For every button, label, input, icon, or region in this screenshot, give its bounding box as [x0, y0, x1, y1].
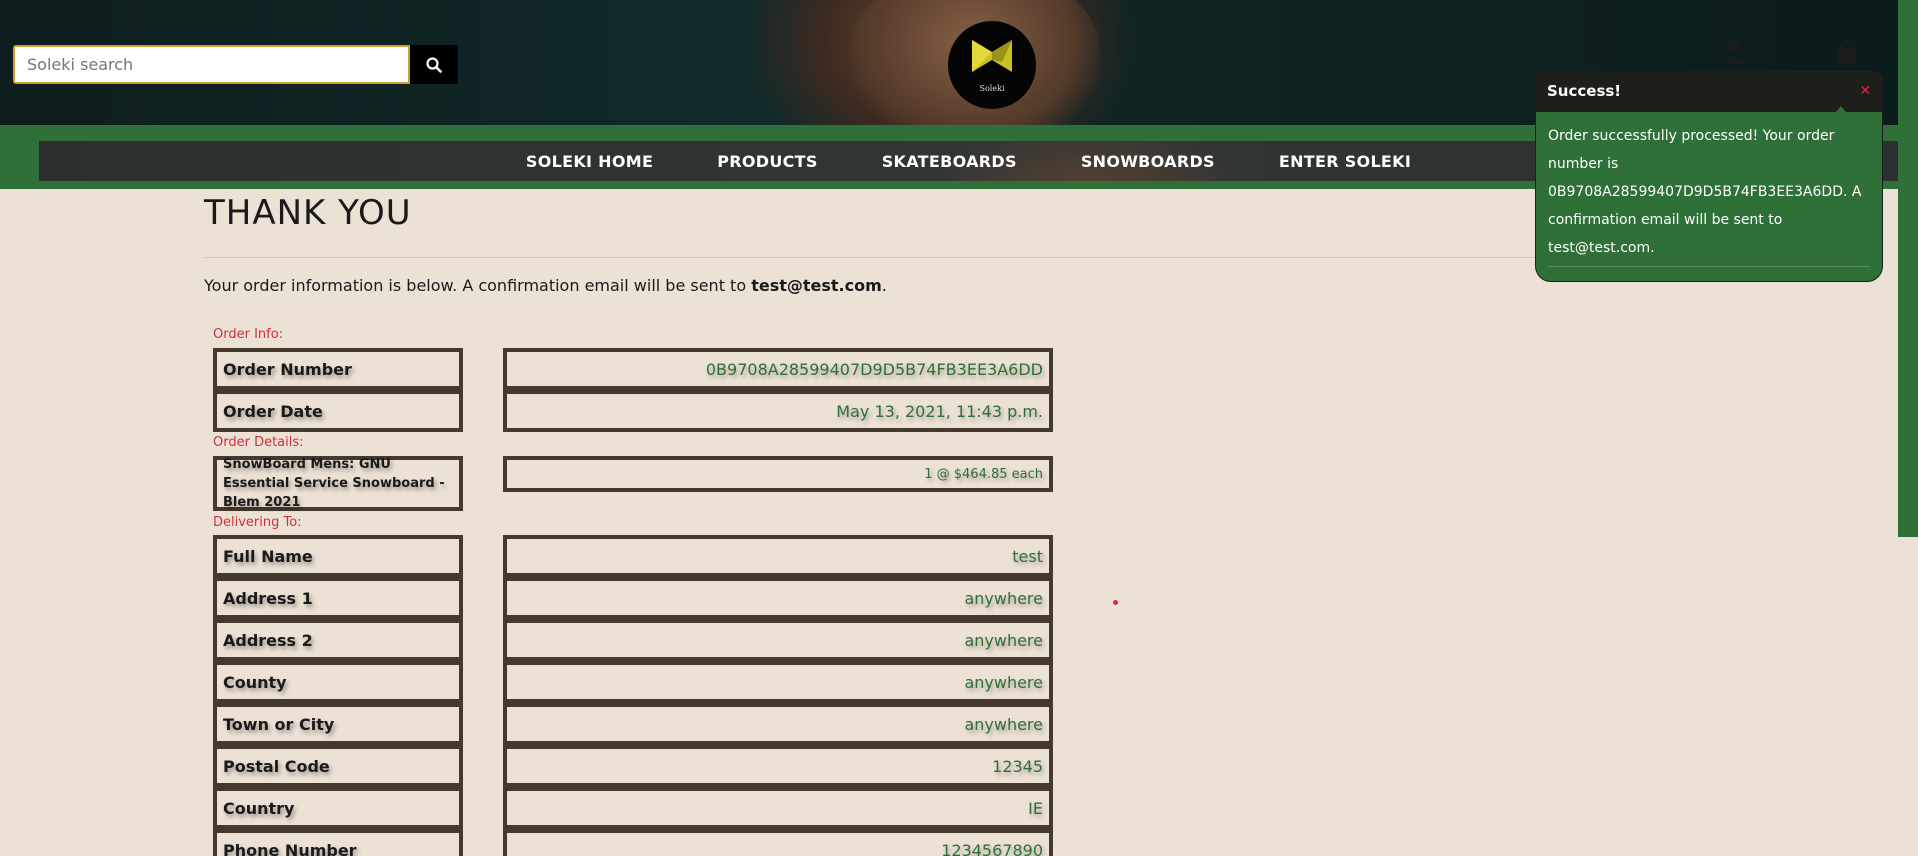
- value-order-number: 0B9708A28599407D9D5B74FB3EE3A6DD: [503, 348, 1053, 390]
- label-phone-number: Phone Number: [213, 829, 463, 856]
- title-divider: [204, 257, 1568, 258]
- nav-item-enter-soleki[interactable]: ENTER SOLEKI: [1247, 152, 1443, 171]
- label-town-or-city: Town or City: [213, 703, 463, 745]
- value-town-or-city: anywhere: [503, 703, 1053, 745]
- site-logo[interactable]: Soleki: [948, 21, 1036, 109]
- value-full-name: test: [503, 535, 1053, 577]
- search-form: [13, 45, 458, 84]
- label-postal-code: Postal Code: [213, 745, 463, 787]
- value-postal-code: 12345: [503, 745, 1053, 787]
- label-order-date: Order Date: [213, 390, 463, 432]
- intro-text: Your order information is below. A confi…: [204, 276, 887, 295]
- logo-emblem-icon: [972, 39, 1012, 72]
- account-button[interactable]: [1724, 40, 1746, 68]
- section-label-delivering-to: Delivering To:: [213, 515, 302, 530]
- shopping-bag-button[interactable]: [1836, 39, 1858, 68]
- intro-prefix: Your order information is below. A confi…: [204, 276, 752, 295]
- cursor-dot: [1113, 600, 1118, 605]
- nav-item-soleki-home[interactable]: SOLEKI HOME: [494, 152, 685, 171]
- intro-suffix: .: [881, 276, 887, 295]
- label-product: SnowBoard Mens: GNU Essential Service Sn…: [213, 456, 463, 511]
- toast-divider: [1548, 266, 1870, 267]
- toast-header: Success! ✕: [1535, 71, 1883, 111]
- shopping-bag-icon: [1838, 39, 1856, 63]
- value-product-qty-price: 1 @ $464.85 each: [503, 456, 1053, 492]
- close-icon[interactable]: ✕: [1859, 83, 1871, 99]
- user-icon: [1725, 41, 1745, 64]
- side-accent-strip: [1898, 0, 1918, 537]
- toast-title: Success!: [1547, 82, 1622, 100]
- toast-body: Order successfully processed! Your order…: [1535, 106, 1883, 282]
- search-icon: [426, 56, 442, 73]
- label-full-name: Full Name: [213, 535, 463, 577]
- label-order-number: Order Number: [213, 348, 463, 390]
- value-order-date: May 13, 2021, 11:43 p.m.: [503, 390, 1053, 432]
- value-address-1: anywhere: [503, 577, 1053, 619]
- toast-message: Order successfully processed! Your order…: [1548, 128, 1862, 256]
- logo-text: Soleki: [979, 83, 1005, 93]
- toast-arrow-icon: [1836, 106, 1846, 112]
- label-address-1: Address 1: [213, 577, 463, 619]
- label-county: County: [213, 661, 463, 703]
- label-country: Country: [213, 787, 463, 829]
- value-address-2: anywhere: [503, 619, 1053, 661]
- value-country: IE: [503, 787, 1053, 829]
- page-title: THANK YOU: [204, 193, 412, 233]
- success-toast: Success! ✕ Order successfully processed!…: [1535, 71, 1883, 282]
- value-county: anywhere: [503, 661, 1053, 703]
- order-summary: Order Info: Order Number 0B9708A28599407…: [204, 320, 1060, 856]
- value-phone-number: 1234567890: [503, 829, 1053, 856]
- section-label-order-details: Order Details:: [213, 435, 304, 450]
- nav-item-products[interactable]: PRODUCTS: [685, 152, 850, 171]
- search-button[interactable]: [410, 45, 458, 84]
- search-input[interactable]: [13, 45, 410, 84]
- nav-item-snowboards[interactable]: SNOWBOARDS: [1049, 152, 1247, 171]
- label-address-2: Address 2: [213, 619, 463, 661]
- intro-email: test@test.com: [751, 276, 882, 295]
- nav-item-skateboards[interactable]: SKATEBOARDS: [850, 152, 1049, 171]
- section-label-order-info: Order Info:: [213, 327, 284, 342]
